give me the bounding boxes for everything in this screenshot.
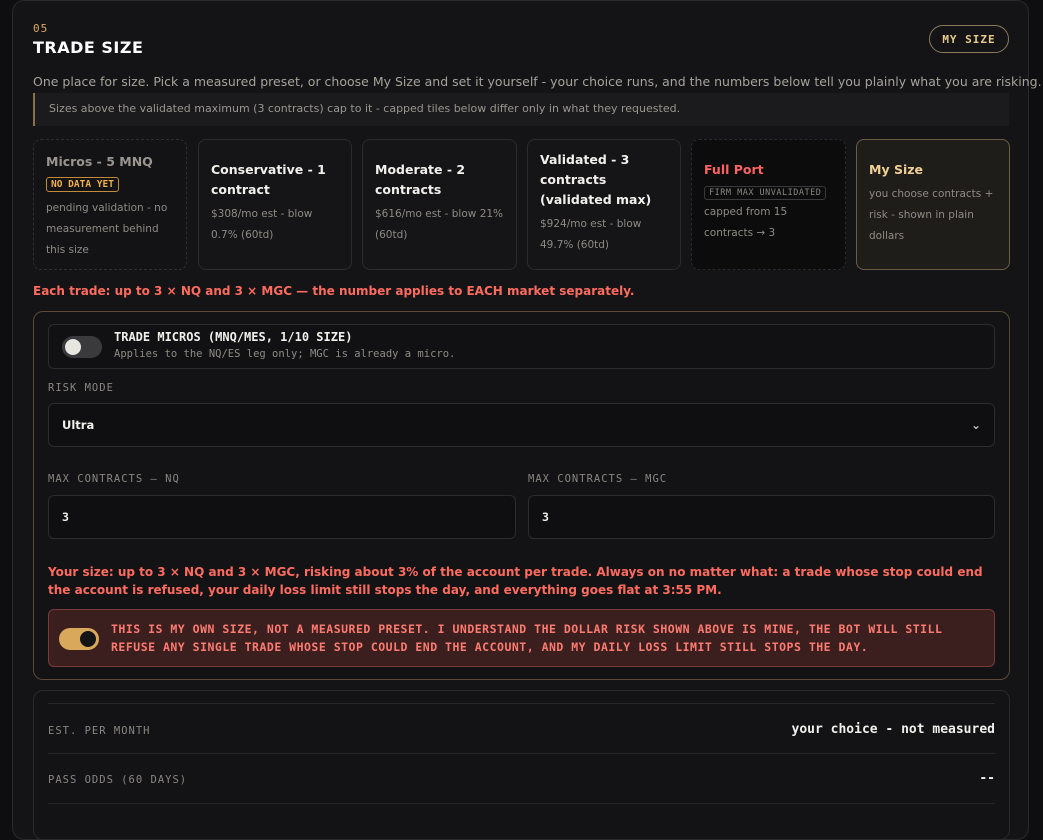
max-mgc-label: MAX CONTRACTS — MGC (528, 473, 668, 485)
acknowledgement-toggle[interactable] (59, 628, 99, 650)
tile-micros[interactable]: Micros - 5 MNQ NO DATA YET pending valid… (33, 139, 187, 270)
section-number: 05 (33, 22, 49, 35)
acknowledgement-text: THIS IS MY OWN SIZE, NOT A MEASURED PRES… (111, 622, 943, 654)
stat-value: your choice - not measured (791, 722, 996, 737)
divider (48, 803, 995, 804)
max-nq-input[interactable]: 3 (48, 495, 516, 539)
tile-name: Full Port (704, 162, 764, 177)
max-nq-value: 3 (62, 510, 69, 524)
tile-sub: $616/mo est - blow 21% (60td) (375, 208, 504, 241)
tile-sub: you choose contracts + risk - shown in p… (869, 188, 994, 242)
no-data-badge: NO DATA YET (46, 177, 119, 192)
micros-toggle[interactable] (62, 336, 102, 358)
tile-conservative[interactable]: Conservative - 1 contract $308/mo est - … (198, 139, 352, 270)
risk-mode-value: Ultra (62, 418, 95, 432)
tile-sub: capped from 15 contracts → 3 (704, 206, 788, 239)
tile-sub: pending validation - no measurement behi… (46, 202, 168, 256)
cap-note: Sizes above the validated maximum (3 con… (33, 93, 1009, 126)
stats-card (33, 690, 1010, 840)
tile-sub: $924/mo est - blow 49.7% (60td) (540, 218, 642, 251)
max-nq-label: MAX CONTRACTS — NQ (48, 473, 180, 485)
micros-title: TRADE MICROS (MNQ/MES, 1/10 SIZE) (114, 330, 353, 344)
tile-name: Conservative - 1 contract (211, 162, 326, 197)
tile-name: Validated - 3 contracts (validated max) (540, 152, 652, 207)
tile-validated[interactable]: Validated - 3 contracts (validated max) … (527, 139, 681, 270)
risk-mode-label: RISK MODE (48, 382, 114, 394)
firm-max-badge: FIRM MAX UNVALIDATED (704, 186, 827, 200)
tile-moderate[interactable]: Moderate - 2 contracts $616/mo est - blo… (362, 139, 517, 270)
toggle-knob (65, 339, 81, 355)
tile-name: Moderate - 2 contracts (375, 162, 466, 197)
max-mgc-input[interactable]: 3 (528, 495, 995, 539)
chevron-down-icon: ⌄ (970, 418, 981, 432)
toggle-knob (80, 631, 96, 647)
stat-value: -- (979, 771, 995, 786)
cap-note-text: Sizes above the validated maximum (3 con… (49, 102, 681, 115)
stat-label: EST. PER MONTH (48, 725, 151, 737)
max-mgc-value: 3 (542, 510, 549, 524)
tile-name: My Size (869, 162, 923, 177)
divider (48, 703, 995, 704)
micros-subtitle: Applies to the NQ/ES leg only; MGC is al… (114, 348, 456, 360)
tile-my-size[interactable]: My Size you choose contracts + risk - sh… (856, 139, 1010, 270)
tile-sub: $308/mo est - blow 0.7% (60td) (211, 208, 313, 241)
per-market-warning: Each trade: up to 3 × NQ and 3 × MGC — t… (33, 284, 635, 298)
risk-summary: Your size: up to 3 × NQ and 3 × MGC, ris… (48, 565, 983, 597)
section-description: One place for size. Pick a measured pres… (33, 74, 1042, 89)
tile-full-port[interactable]: Full Port FIRM MAX UNVALIDATED capped fr… (691, 139, 846, 270)
tile-name: Micros - 5 MNQ (46, 154, 153, 169)
stat-label: PASS ODDS (60 DAYS) (48, 774, 188, 786)
risk-mode-select[interactable]: Ultra ⌄ (48, 403, 995, 447)
divider (48, 753, 995, 754)
section-title: TRADE SIZE (33, 38, 144, 57)
my-size-button[interactable]: MY SIZE (929, 25, 1009, 53)
